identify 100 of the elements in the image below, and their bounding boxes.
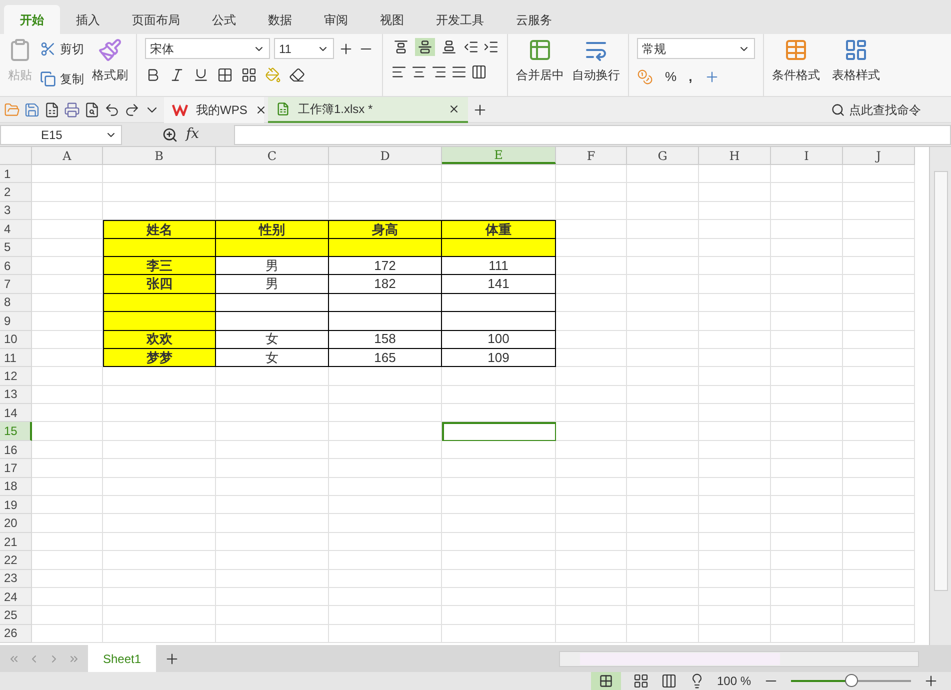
conditional-format-button[interactable]: 条件格式 bbox=[772, 38, 820, 84]
document-tab[interactable]: 我的WPS bbox=[164, 96, 264, 122]
font-name-dropdown[interactable]: 宋体 bbox=[145, 38, 270, 59]
grid-cell[interactable] bbox=[329, 422, 442, 441]
row-header[interactable]: 24 bbox=[0, 588, 32, 606]
wrap-text-button[interactable]: 自动换行 bbox=[572, 38, 620, 84]
grid-cell[interactable] bbox=[699, 624, 771, 644]
grid-cell[interactable] bbox=[627, 606, 699, 625]
grid-cell[interactable] bbox=[32, 459, 103, 478]
grid-cell[interactable] bbox=[442, 532, 556, 552]
grid-cell[interactable] bbox=[771, 606, 843, 625]
grid-cell[interactable] bbox=[627, 275, 699, 294]
grid-cell[interactable] bbox=[442, 386, 556, 404]
print-icon[interactable] bbox=[64, 102, 80, 118]
row-header[interactable]: 19 bbox=[0, 496, 32, 514]
grid-cell[interactable] bbox=[771, 238, 843, 257]
grid-cell[interactable] bbox=[843, 312, 915, 331]
grid-cell[interactable] bbox=[103, 532, 216, 552]
grid-cell[interactable] bbox=[103, 478, 216, 496]
grid-cell[interactable] bbox=[556, 348, 627, 368]
grid-cell[interactable] bbox=[32, 478, 103, 496]
grid-cell[interactable] bbox=[216, 588, 329, 606]
grid-cell[interactable] bbox=[843, 386, 915, 404]
grid-cell[interactable] bbox=[556, 275, 627, 294]
grid-cell[interactable] bbox=[103, 440, 216, 460]
grid-cell[interactable] bbox=[32, 624, 103, 644]
grid-cell[interactable] bbox=[627, 367, 699, 386]
row-header[interactable]: 14 bbox=[0, 404, 32, 422]
grid-cell[interactable] bbox=[843, 256, 915, 276]
grid-cell[interactable] bbox=[699, 256, 771, 276]
grid-cell[interactable] bbox=[329, 532, 442, 552]
distribute-icon[interactable] bbox=[471, 64, 487, 80]
grid-cell[interactable] bbox=[699, 459, 771, 478]
grid-cell[interactable] bbox=[216, 606, 329, 625]
grid-cell[interactable] bbox=[627, 348, 699, 368]
grid-cell[interactable] bbox=[771, 348, 843, 368]
grid-cell[interactable] bbox=[699, 606, 771, 625]
fill-bucket-icon[interactable] bbox=[265, 67, 281, 83]
justify-icon[interactable] bbox=[451, 64, 467, 80]
save-icon[interactable] bbox=[24, 102, 40, 118]
grid-cell[interactable] bbox=[216, 386, 329, 404]
grid-cell[interactable] bbox=[699, 532, 771, 552]
grid-cell[interactable] bbox=[627, 202, 699, 220]
grid-cell[interactable] bbox=[627, 256, 699, 276]
grid-cell[interactable] bbox=[556, 514, 627, 533]
number-format-dropdown[interactable]: 常规 bbox=[637, 38, 755, 59]
grid-cell[interactable] bbox=[329, 478, 442, 496]
grid-cell[interactable] bbox=[699, 220, 771, 239]
grid-cell[interactable] bbox=[771, 459, 843, 478]
grid-cell[interactable] bbox=[771, 312, 843, 331]
grid-cell[interactable] bbox=[32, 422, 103, 441]
copy-button[interactable]: 复制 bbox=[36, 68, 88, 90]
grid-cell[interactable] bbox=[699, 570, 771, 588]
grid-cell[interactable] bbox=[556, 496, 627, 514]
grid-cell[interactable] bbox=[442, 404, 556, 422]
grid-cell[interactable] bbox=[556, 478, 627, 496]
merge-center-button[interactable]: 合并居中 bbox=[516, 38, 564, 84]
row-header[interactable]: 10 bbox=[0, 330, 32, 349]
grid-cell[interactable] bbox=[442, 496, 556, 514]
grid-cell[interactable] bbox=[216, 459, 329, 478]
indent-decrease-icon[interactable] bbox=[463, 39, 479, 55]
grid-cell[interactable] bbox=[627, 551, 699, 570]
grid-cell[interactable] bbox=[556, 183, 627, 202]
grid-cell[interactable] bbox=[771, 588, 843, 606]
grid-cell[interactable] bbox=[216, 478, 329, 496]
grid-cell[interactable] bbox=[556, 404, 627, 422]
grid-cell[interactable] bbox=[216, 183, 329, 202]
percent-button[interactable]: % bbox=[665, 67, 677, 86]
grid-cell[interactable] bbox=[699, 478, 771, 496]
font-size-dropdown[interactable]: 11 bbox=[274, 38, 334, 59]
page-break-view-icon[interactable] bbox=[632, 673, 649, 689]
grid-cell[interactable] bbox=[103, 514, 216, 533]
row-header[interactable]: 18 bbox=[0, 478, 32, 496]
document-tab[interactable]: 工作簿1.xlsx * bbox=[268, 96, 468, 122]
grid-cell[interactable] bbox=[216, 624, 329, 644]
grid-cell[interactable] bbox=[32, 532, 103, 552]
grid-cell[interactable] bbox=[699, 330, 771, 349]
row-header[interactable]: 13 bbox=[0, 386, 32, 404]
grid-cell[interactable] bbox=[32, 551, 103, 570]
grid-cell[interactable] bbox=[627, 386, 699, 404]
grid-cell[interactable] bbox=[216, 570, 329, 588]
grid-cell[interactable] bbox=[216, 440, 329, 460]
grid-cell[interactable] bbox=[771, 367, 843, 386]
grid-cell[interactable] bbox=[556, 570, 627, 588]
grid-cell[interactable] bbox=[329, 496, 442, 514]
grid-cell[interactable] bbox=[843, 202, 915, 220]
grid-cell[interactable] bbox=[103, 367, 216, 386]
comma-button[interactable]: , bbox=[688, 67, 692, 86]
grid-cell[interactable] bbox=[627, 312, 699, 331]
align-right-icon[interactable] bbox=[431, 64, 447, 80]
grid-cell[interactable] bbox=[103, 422, 216, 441]
grid-cell[interactable] bbox=[843, 532, 915, 552]
zoom-slider[interactable] bbox=[791, 674, 911, 688]
grid-cell[interactable] bbox=[442, 606, 556, 625]
grid-cell[interactable] bbox=[329, 386, 442, 404]
grid-cell[interactable] bbox=[771, 220, 843, 239]
grid-cell[interactable] bbox=[556, 256, 627, 276]
layout-icon[interactable] bbox=[660, 673, 677, 689]
grid-cell[interactable] bbox=[771, 165, 843, 184]
row-header[interactable]: 9 bbox=[0, 312, 32, 331]
